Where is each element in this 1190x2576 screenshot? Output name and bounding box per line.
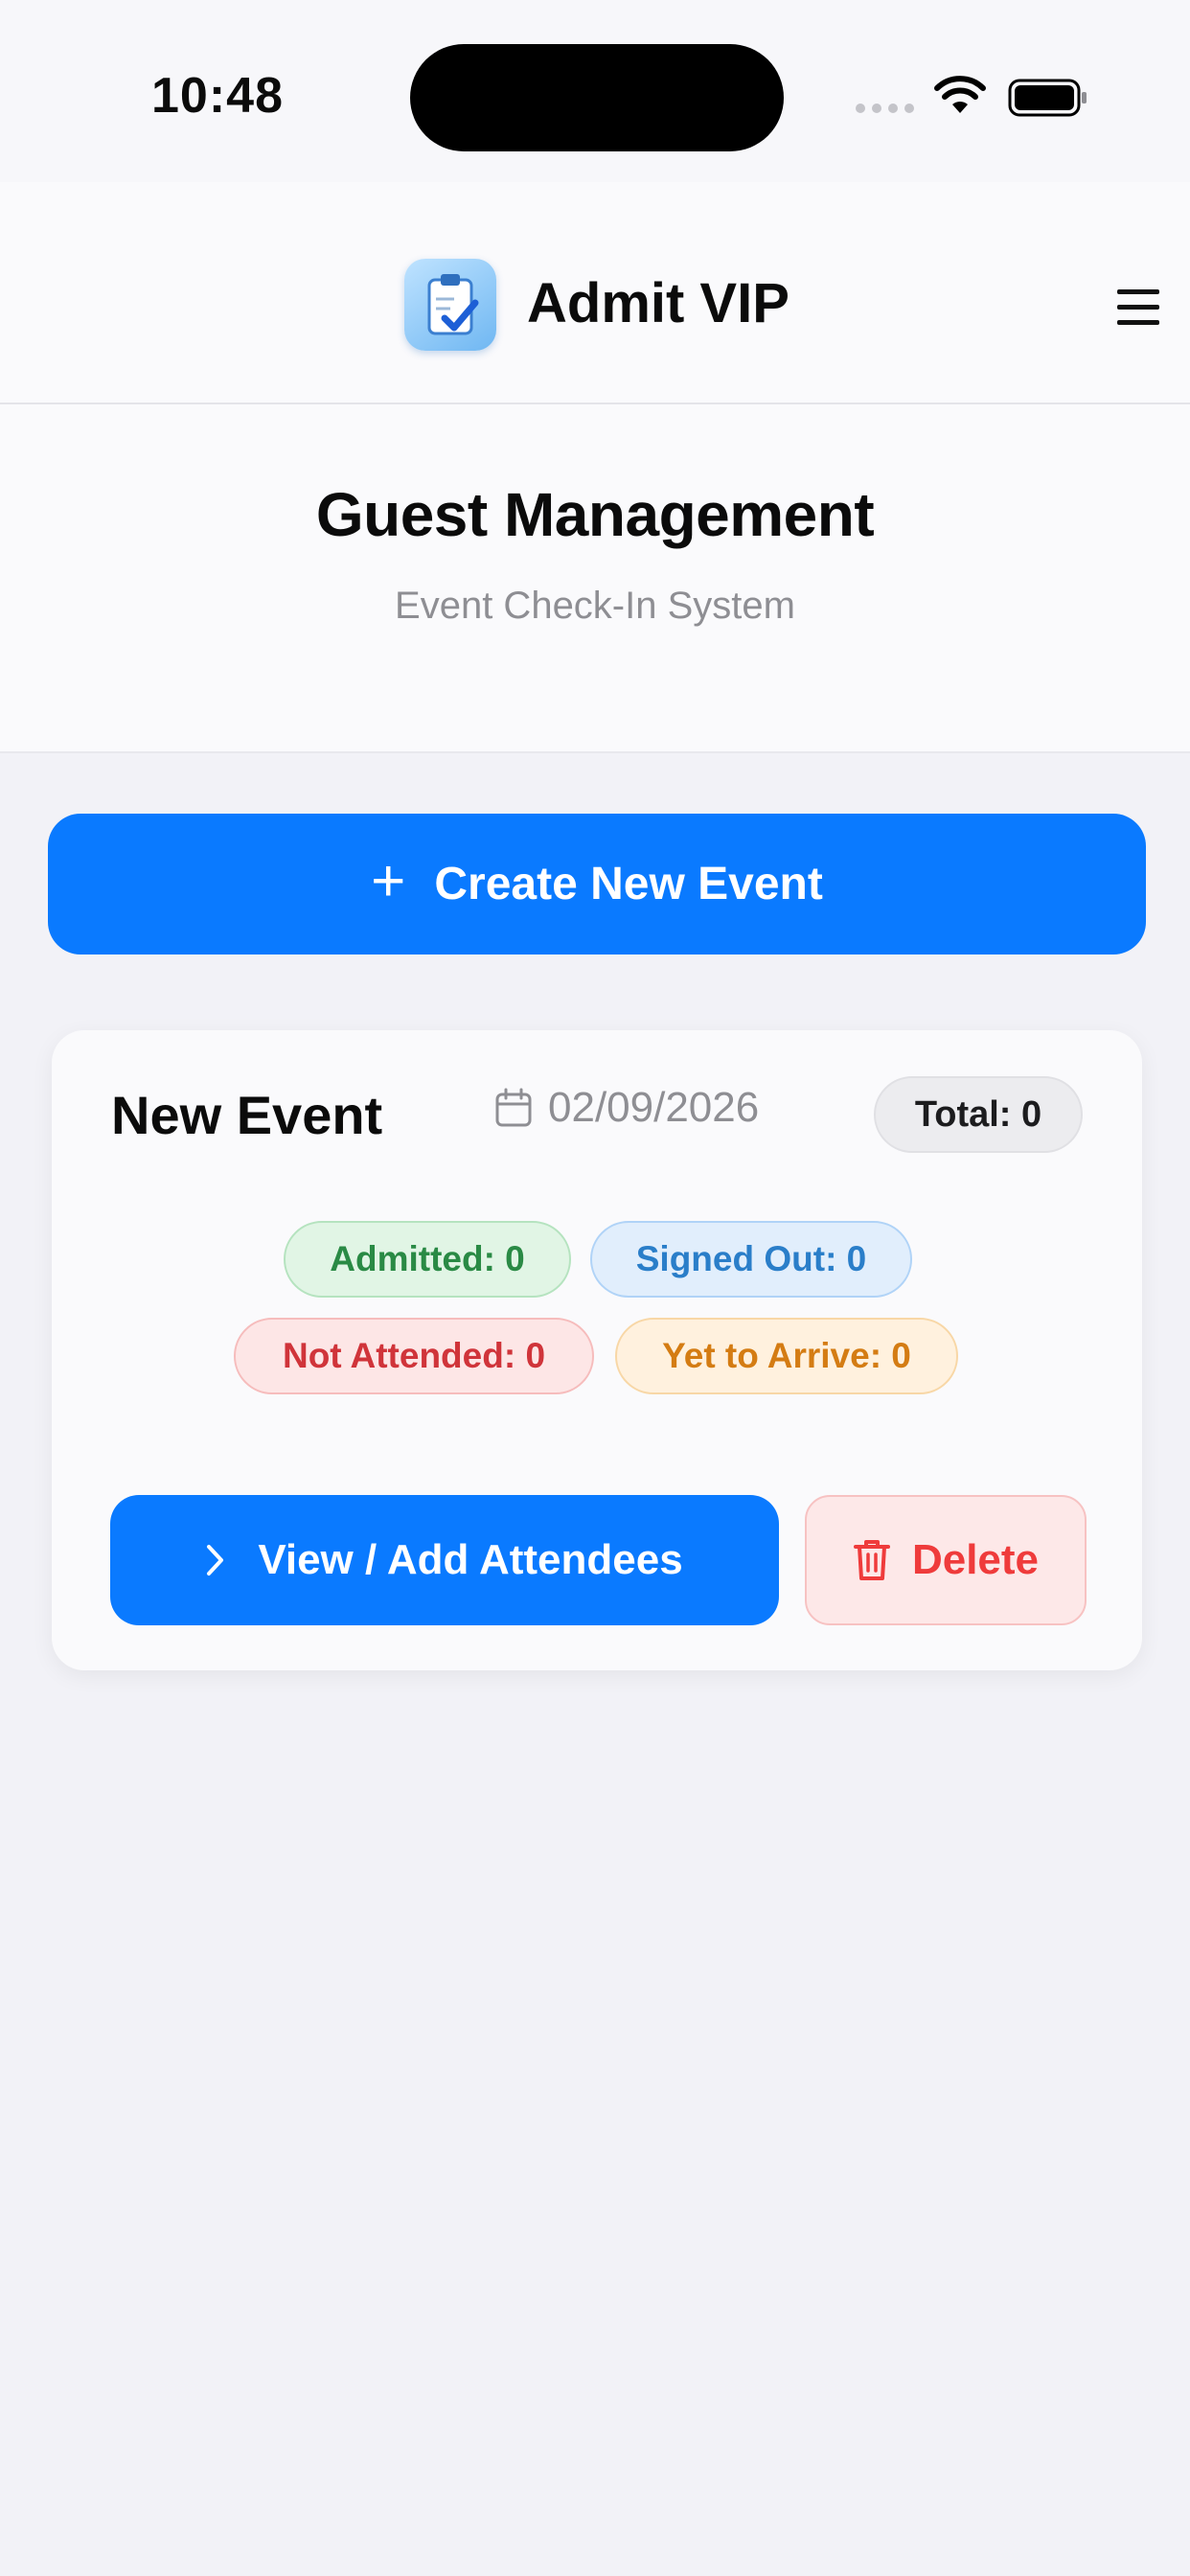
battery-icon [1008,79,1087,117]
not-attended-badge: Not Attended: 0 [234,1318,594,1394]
delete-label: Delete [911,1536,1040,1583]
wifi-icon [934,76,986,113]
app-title: Admit VIP [527,272,790,334]
page-header: Guest Management Event Check-In System [0,404,1190,753]
chevron-right-icon [207,1545,224,1576]
total-badge: Total: 0 [874,1076,1083,1153]
event-date: 02/09/2026 [494,1084,759,1132]
cellular-signal-icon [856,104,914,113]
event-date-text: 02/09/2026 [548,1084,760,1131]
calendar-icon [495,1088,532,1127]
create-new-event-label: Create New Event [434,859,823,909]
hamburger-menu-icon[interactable] [1117,289,1161,328]
view-add-attendees-button[interactable]: View / Add Attendees [110,1495,779,1625]
page-subtitle: Event Check-In System [395,585,795,627]
status-time: 10:48 [151,68,284,124]
delete-event-button[interactable]: Delete [805,1495,1087,1625]
page-title: Guest Management [315,480,875,549]
view-add-attendees-label: View / Add Attendees [258,1536,683,1583]
clipboard-check-icon [404,259,496,351]
admitted-badge: Admitted: 0 [284,1221,571,1298]
signed-out-badge: Signed Out: 0 [590,1221,912,1298]
plus-icon: + [371,847,406,914]
trash-icon [853,1540,890,1580]
event-name: New Event [111,1085,383,1145]
create-new-event-button[interactable]: + Create New Event [48,814,1146,954]
yet-to-arrive-badge: Yet to Arrive: 0 [615,1318,958,1394]
event-card: New Event 02/09/2026 Total: 0 Admitted: … [52,1030,1142,1670]
app-header: Admit VIP [0,182,1190,404]
dynamic-island [410,44,784,151]
status-bar: 10:48 [0,0,1190,182]
